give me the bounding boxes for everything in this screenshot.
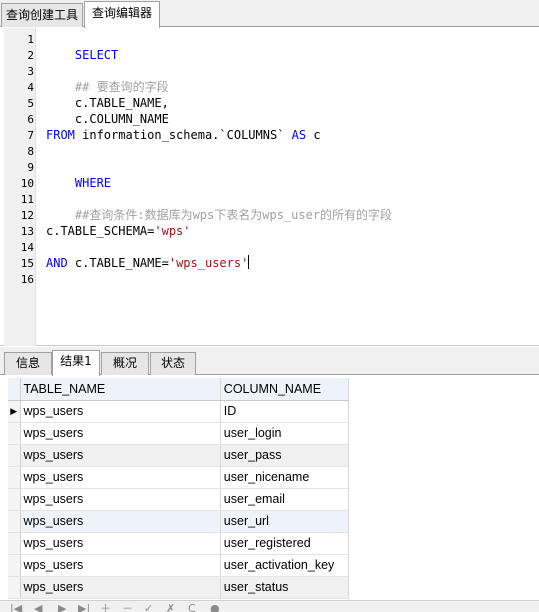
sql-keyword: AND (46, 256, 68, 270)
grid-navigation-toolbar: |◀ ◀ ▶ ▶| ＋ － ✓ ✗ C ● (0, 600, 539, 612)
apply-changes-icon[interactable]: ✓ (144, 603, 153, 612)
results-panel: TABLE_NAME COLUMN_NAME ▶ wps_users ID wp… (0, 376, 539, 600)
line-number: 12 (20, 209, 34, 222)
sql-editor[interactable]: 1 2 3 4 5 6 7 8 9 10 11 12 13 14 15 16 S… (0, 28, 539, 346)
sql-text: c.TABLE_NAME= (67, 256, 169, 270)
cell-table-name[interactable]: wps_users (20, 488, 221, 511)
code-line-7: FROM information_schema.`COLUMNS` AS c (46, 127, 321, 143)
tab-info[interactable]: 信息 (4, 352, 52, 375)
text-caret (248, 255, 250, 269)
next-record-icon[interactable]: ▶ (58, 603, 66, 612)
row-indicator (8, 554, 21, 577)
last-record-icon[interactable]: ▶| (78, 603, 90, 612)
cell-column-name[interactable]: ID (220, 400, 350, 423)
line-number-gutter: 1 2 3 4 5 6 7 8 9 10 11 12 13 14 15 16 (4, 28, 36, 346)
cell-table-name[interactable]: wps_users (20, 554, 221, 577)
sql-string: 'wps' (154, 224, 191, 238)
column-header-table-name[interactable]: TABLE_NAME (20, 378, 221, 401)
cell-column-name[interactable]: user_email (220, 488, 350, 511)
cell-column-name[interactable]: user_activation_key (220, 554, 350, 577)
cell-column-name[interactable]: user_status (220, 576, 350, 599)
row-indicator (8, 466, 21, 489)
line-number: 9 (27, 161, 34, 174)
sql-string: 'wps_users' (168, 256, 249, 270)
line-number: 11 (20, 193, 34, 206)
header-row: TABLE_NAME COLUMN_NAME (8, 378, 350, 401)
cell-column-name[interactable]: user_pass (220, 444, 350, 467)
cell-column-name[interactable]: user_url (220, 510, 350, 533)
cell-table-name[interactable]: wps_users (20, 466, 221, 489)
results-grid: TABLE_NAME COLUMN_NAME ▶ wps_users ID wp… (8, 378, 350, 599)
cell-table-name[interactable]: wps_users (20, 444, 221, 467)
table-row[interactable]: wps_users user_nicename (8, 466, 350, 489)
row-indicator (8, 510, 21, 533)
code-line-13: c.TABLE_SCHEMA='wps' (46, 223, 191, 239)
table-row[interactable]: wps_users user_pass (8, 444, 350, 467)
line-number: 14 (20, 241, 34, 254)
top-tab-bar: 查询创建工具 查询编辑器 (0, 0, 539, 28)
delete-record-icon[interactable]: － (122, 603, 133, 612)
tab-query-editor[interactable]: 查询编辑器 (84, 1, 160, 28)
current-row-indicator: ▶ (8, 400, 21, 423)
line-number: 10 (20, 177, 34, 190)
sql-keyword: WHERE (74, 176, 112, 190)
tab-result-1[interactable]: 结果1 (52, 350, 100, 376)
sql-text: c.TABLE_SCHEMA= (46, 224, 155, 238)
row-indicator (8, 488, 21, 511)
sql-comment: ##查询条件:数据库为wps下表名为wps_user的所有的字段 (74, 208, 393, 222)
cell-table-name[interactable]: wps_users (20, 422, 221, 445)
row-indicator-header (8, 378, 21, 401)
table-row[interactable]: wps_users user_status (8, 576, 350, 599)
table-row[interactable]: ▶ wps_users ID (8, 400, 350, 423)
row-indicator (8, 422, 21, 445)
column-header-column-name[interactable]: COLUMN_NAME (220, 378, 350, 401)
table-row[interactable]: wps_users user_login (8, 422, 350, 445)
line-number: 3 (27, 65, 34, 78)
refresh-icon[interactable]: C (188, 603, 196, 612)
sql-text: information_schema.`COLUMNS` (74, 128, 292, 142)
code-line-15: AND c.TABLE_NAME='wps_users' (46, 255, 250, 271)
row-indicator (8, 532, 21, 555)
line-number: 13 (20, 225, 34, 238)
line-number: 16 (20, 273, 34, 286)
cell-column-name[interactable]: user_login (220, 422, 350, 445)
cell-table-name[interactable]: wps_users (20, 510, 221, 533)
tab-status[interactable]: 状态 (150, 352, 196, 375)
first-record-icon[interactable]: |◀ (10, 603, 22, 612)
add-record-icon[interactable]: ＋ (100, 603, 111, 612)
sql-text: c.COLUMN_NAME (74, 112, 169, 126)
cell-column-name[interactable]: user_nicename (220, 466, 350, 489)
table-row[interactable]: wps_users user_email (8, 488, 350, 511)
line-number: 15 (20, 257, 34, 270)
line-number: 2 (27, 49, 34, 62)
sql-keyword: SELECT (74, 48, 119, 62)
cell-table-name[interactable]: wps_users (20, 400, 221, 423)
line-number: 4 (27, 81, 34, 94)
line-number: 1 (27, 33, 34, 46)
sql-keyword: FROM (46, 128, 75, 142)
line-number: 5 (27, 97, 34, 110)
row-indicator (8, 576, 21, 599)
table-row[interactable]: wps_users user_url (8, 510, 350, 533)
cell-table-name[interactable]: wps_users (20, 576, 221, 599)
line-number: 8 (27, 145, 34, 158)
row-indicator (8, 444, 21, 467)
cell-table-name[interactable]: wps_users (20, 532, 221, 555)
line-number: 6 (27, 113, 34, 126)
sql-keyword: AS (291, 128, 307, 142)
cancel-changes-icon[interactable]: ✗ (166, 603, 175, 612)
line-number: 7 (27, 129, 34, 142)
result-tab-bar: 信息 结果1 概况 状态 (0, 347, 539, 376)
stop-icon[interactable]: ● (210, 603, 220, 612)
table-row[interactable]: wps_users user_registered (8, 532, 350, 555)
tab-query-builder[interactable]: 查询创建工具 (1, 3, 83, 27)
tab-overview[interactable]: 概况 (101, 352, 149, 375)
cell-column-name[interactable]: user_registered (220, 532, 350, 555)
prev-record-icon[interactable]: ◀ (34, 603, 42, 612)
sql-text: c (306, 128, 321, 142)
table-row[interactable]: wps_users user_activation_key (8, 554, 350, 577)
